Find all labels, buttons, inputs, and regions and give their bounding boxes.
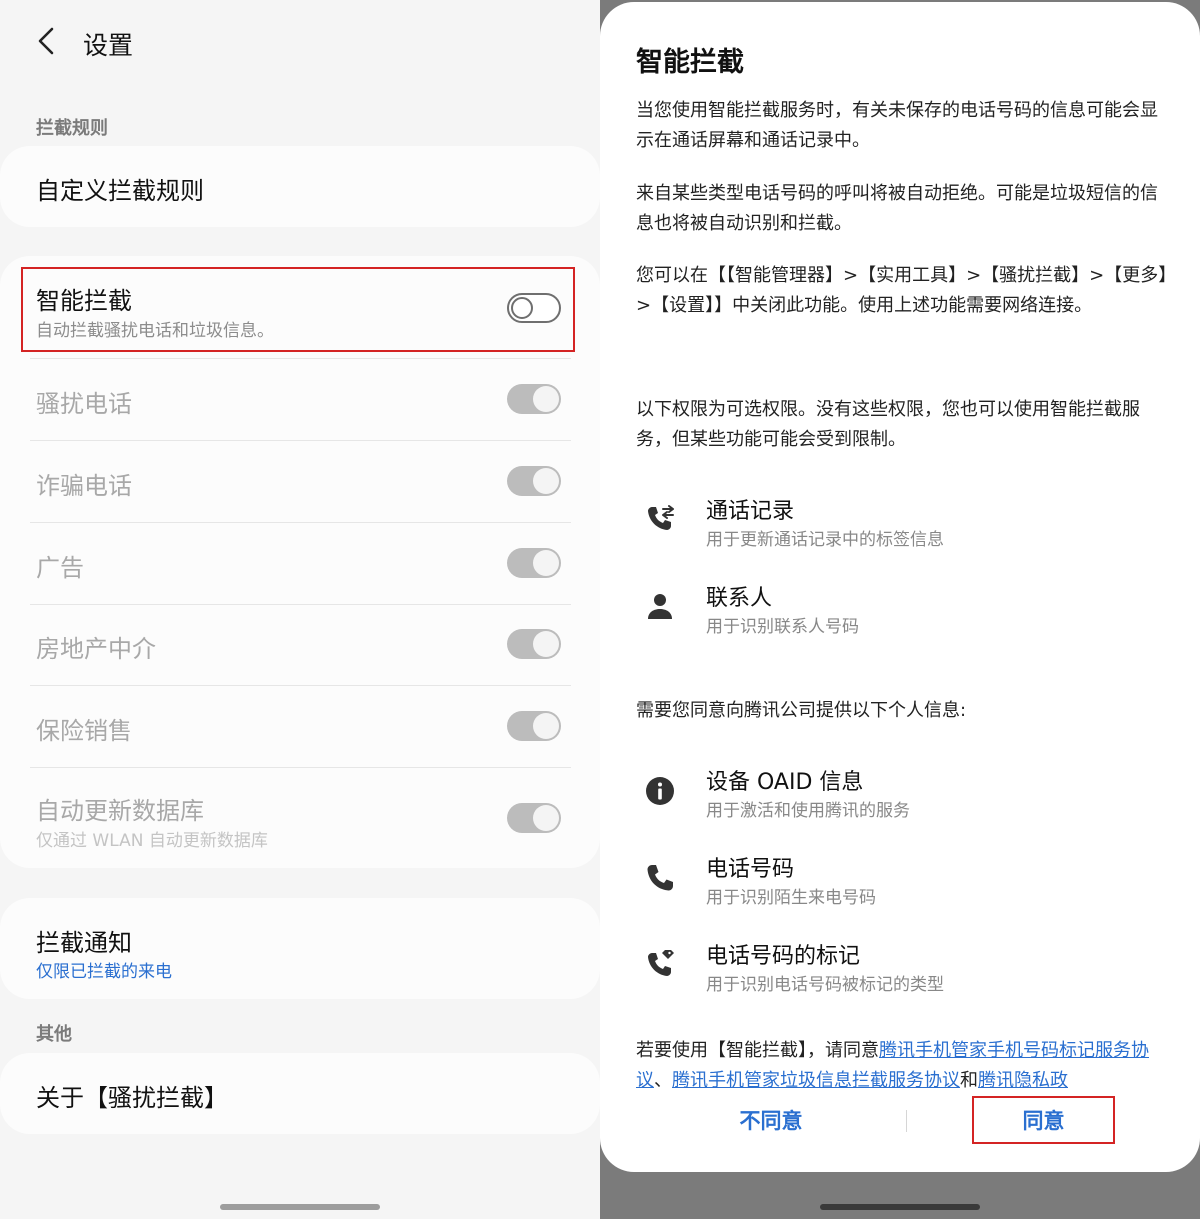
disagree-button[interactable]: 不同意 (710, 1105, 832, 1135)
divider (30, 522, 571, 523)
block-notice-title: 拦截通知 (36, 929, 132, 957)
about-item[interactable]: 关于【骚扰拦截】 (0, 1053, 600, 1134)
agreement-text: 若要使用【智能拦截】，请同意腾讯手机管家手机号码标记服务协议、腾讯手机管家垃圾信… (636, 1036, 1171, 1096)
auto-update-toggle[interactable] (507, 803, 561, 833)
category-insurance-toggle[interactable] (507, 711, 561, 741)
dialog-paragraph-5: 需要您同意向腾讯公司提供以下个人信息: (636, 700, 967, 721)
agreement-separator: 、 (654, 1070, 672, 1091)
category-ads-toggle[interactable] (507, 548, 561, 578)
app-bar: 设置 (0, 0, 600, 84)
phone-icon (647, 865, 673, 891)
agree-highlight-box (972, 1096, 1115, 1144)
category-ads-label: 广告 (36, 554, 84, 582)
home-indicator[interactable] (820, 1204, 980, 1210)
block-notice-item[interactable]: 拦截通知 仅限已拦截的来电 (0, 898, 600, 999)
custom-rules-item[interactable]: 自定义拦截规则 (0, 146, 600, 227)
dialog-title: 智能拦截 (636, 47, 744, 78)
category-fraud-label: 诈骗电话 (36, 472, 132, 500)
perm-contact-subtitle: 用于识别联系人号码 (706, 617, 859, 637)
smart-block-highlight-box (21, 267, 575, 352)
category-harassment-label: 骚扰电话 (36, 390, 132, 418)
divider (30, 767, 571, 768)
call-log-icon (648, 505, 674, 530)
dialog-paragraph-2: 来自某些类型电话号码的呼叫将被自动拒绝。可能是垃圾短信的信息也将被自动识别和拦截… (636, 183, 1158, 234)
info-icon (646, 777, 674, 805)
block-notice-subtitle: 仅限已拦截的来电 (36, 962, 172, 982)
perm-call-log-title: 通话记录 (706, 499, 795, 524)
home-indicator[interactable] (220, 1204, 380, 1210)
settings-panel: 设置 拦截规则 自定义拦截规则 智能拦截 自动拦截骚扰电话和垃圾信息。 骚扰电话… (0, 0, 600, 1219)
auto-update-subtitle: 仅通过 WLAN 自动更新数据库 (36, 831, 268, 851)
dialog-paragraph-3: 您可以在【【智能管理器】>【实用工具】>【骚扰拦截】>【更多】>【设置】】中关闭… (636, 265, 1168, 316)
dialog-paragraph-4: 以下权限为可选权限。没有这些权限，您也可以使用智能拦截服务，但某些功能可能会受到… (636, 399, 1140, 450)
phone-tag-icon (648, 950, 674, 976)
spam-block-agreement-link[interactable]: 腾讯手机管家垃圾信息拦截服务协议 (672, 1070, 960, 1091)
perm-phone-tag-subtitle: 用于识别电话号码被标记的类型 (706, 975, 944, 995)
contact-icon (648, 594, 672, 619)
category-realestate-toggle[interactable] (507, 629, 561, 659)
perm-phone-tag-title: 电话号码的标记 (706, 944, 861, 969)
smart-block-dialog: 智能拦截 当您使用智能拦截服务时，有关未保存的电话号码的信息可能会显示在通话屏幕… (600, 2, 1200, 1172)
perm-call-log-subtitle: 用于更新通话记录中的标签信息 (706, 530, 944, 550)
perm-phone-subtitle: 用于识别陌生来电号码 (706, 888, 876, 908)
agreement-prefix: 若要使用【智能拦截】，请同意 (636, 1040, 879, 1061)
auto-update-title: 自动更新数据库 (36, 797, 204, 825)
perm-oaid-title: 设备 OAID 信息 (706, 770, 864, 795)
category-harassment-toggle[interactable] (507, 384, 561, 414)
back-arrow-icon[interactable] (34, 26, 62, 56)
agreement-separator: 和 (960, 1070, 978, 1091)
dialog-paragraph-1: 当您使用智能拦截服务时，有关未保存的电话号码的信息可能会显示在通话屏幕和通话记录… (636, 100, 1158, 151)
category-fraud-toggle[interactable] (507, 466, 561, 496)
section-label-other: 其他 (36, 1024, 72, 1045)
dialog-scrim: 智能拦截 当您使用智能拦截服务时，有关未保存的电话号码的信息可能会显示在通话屏幕… (600, 0, 1200, 1219)
page-title: 设置 (83, 31, 134, 60)
about-label: 关于【骚扰拦截】 (36, 1084, 228, 1112)
divider (30, 604, 571, 605)
divider (30, 358, 571, 359)
custom-rules-label: 自定义拦截规则 (36, 177, 204, 205)
divider (30, 440, 571, 441)
category-insurance-label: 保险销售 (36, 717, 132, 745)
perm-contact-title: 联系人 (706, 586, 773, 611)
section-label-rules: 拦截规则 (36, 118, 108, 139)
perm-oaid-subtitle: 用于激活和使用腾讯的服务 (706, 801, 910, 821)
perm-phone-title: 电话号码 (706, 857, 795, 882)
privacy-policy-link[interactable]: 腾讯隐私政 (978, 1070, 1068, 1091)
divider (30, 685, 571, 686)
button-separator (906, 1110, 907, 1132)
category-realestate-label: 房地产中介 (36, 635, 156, 663)
